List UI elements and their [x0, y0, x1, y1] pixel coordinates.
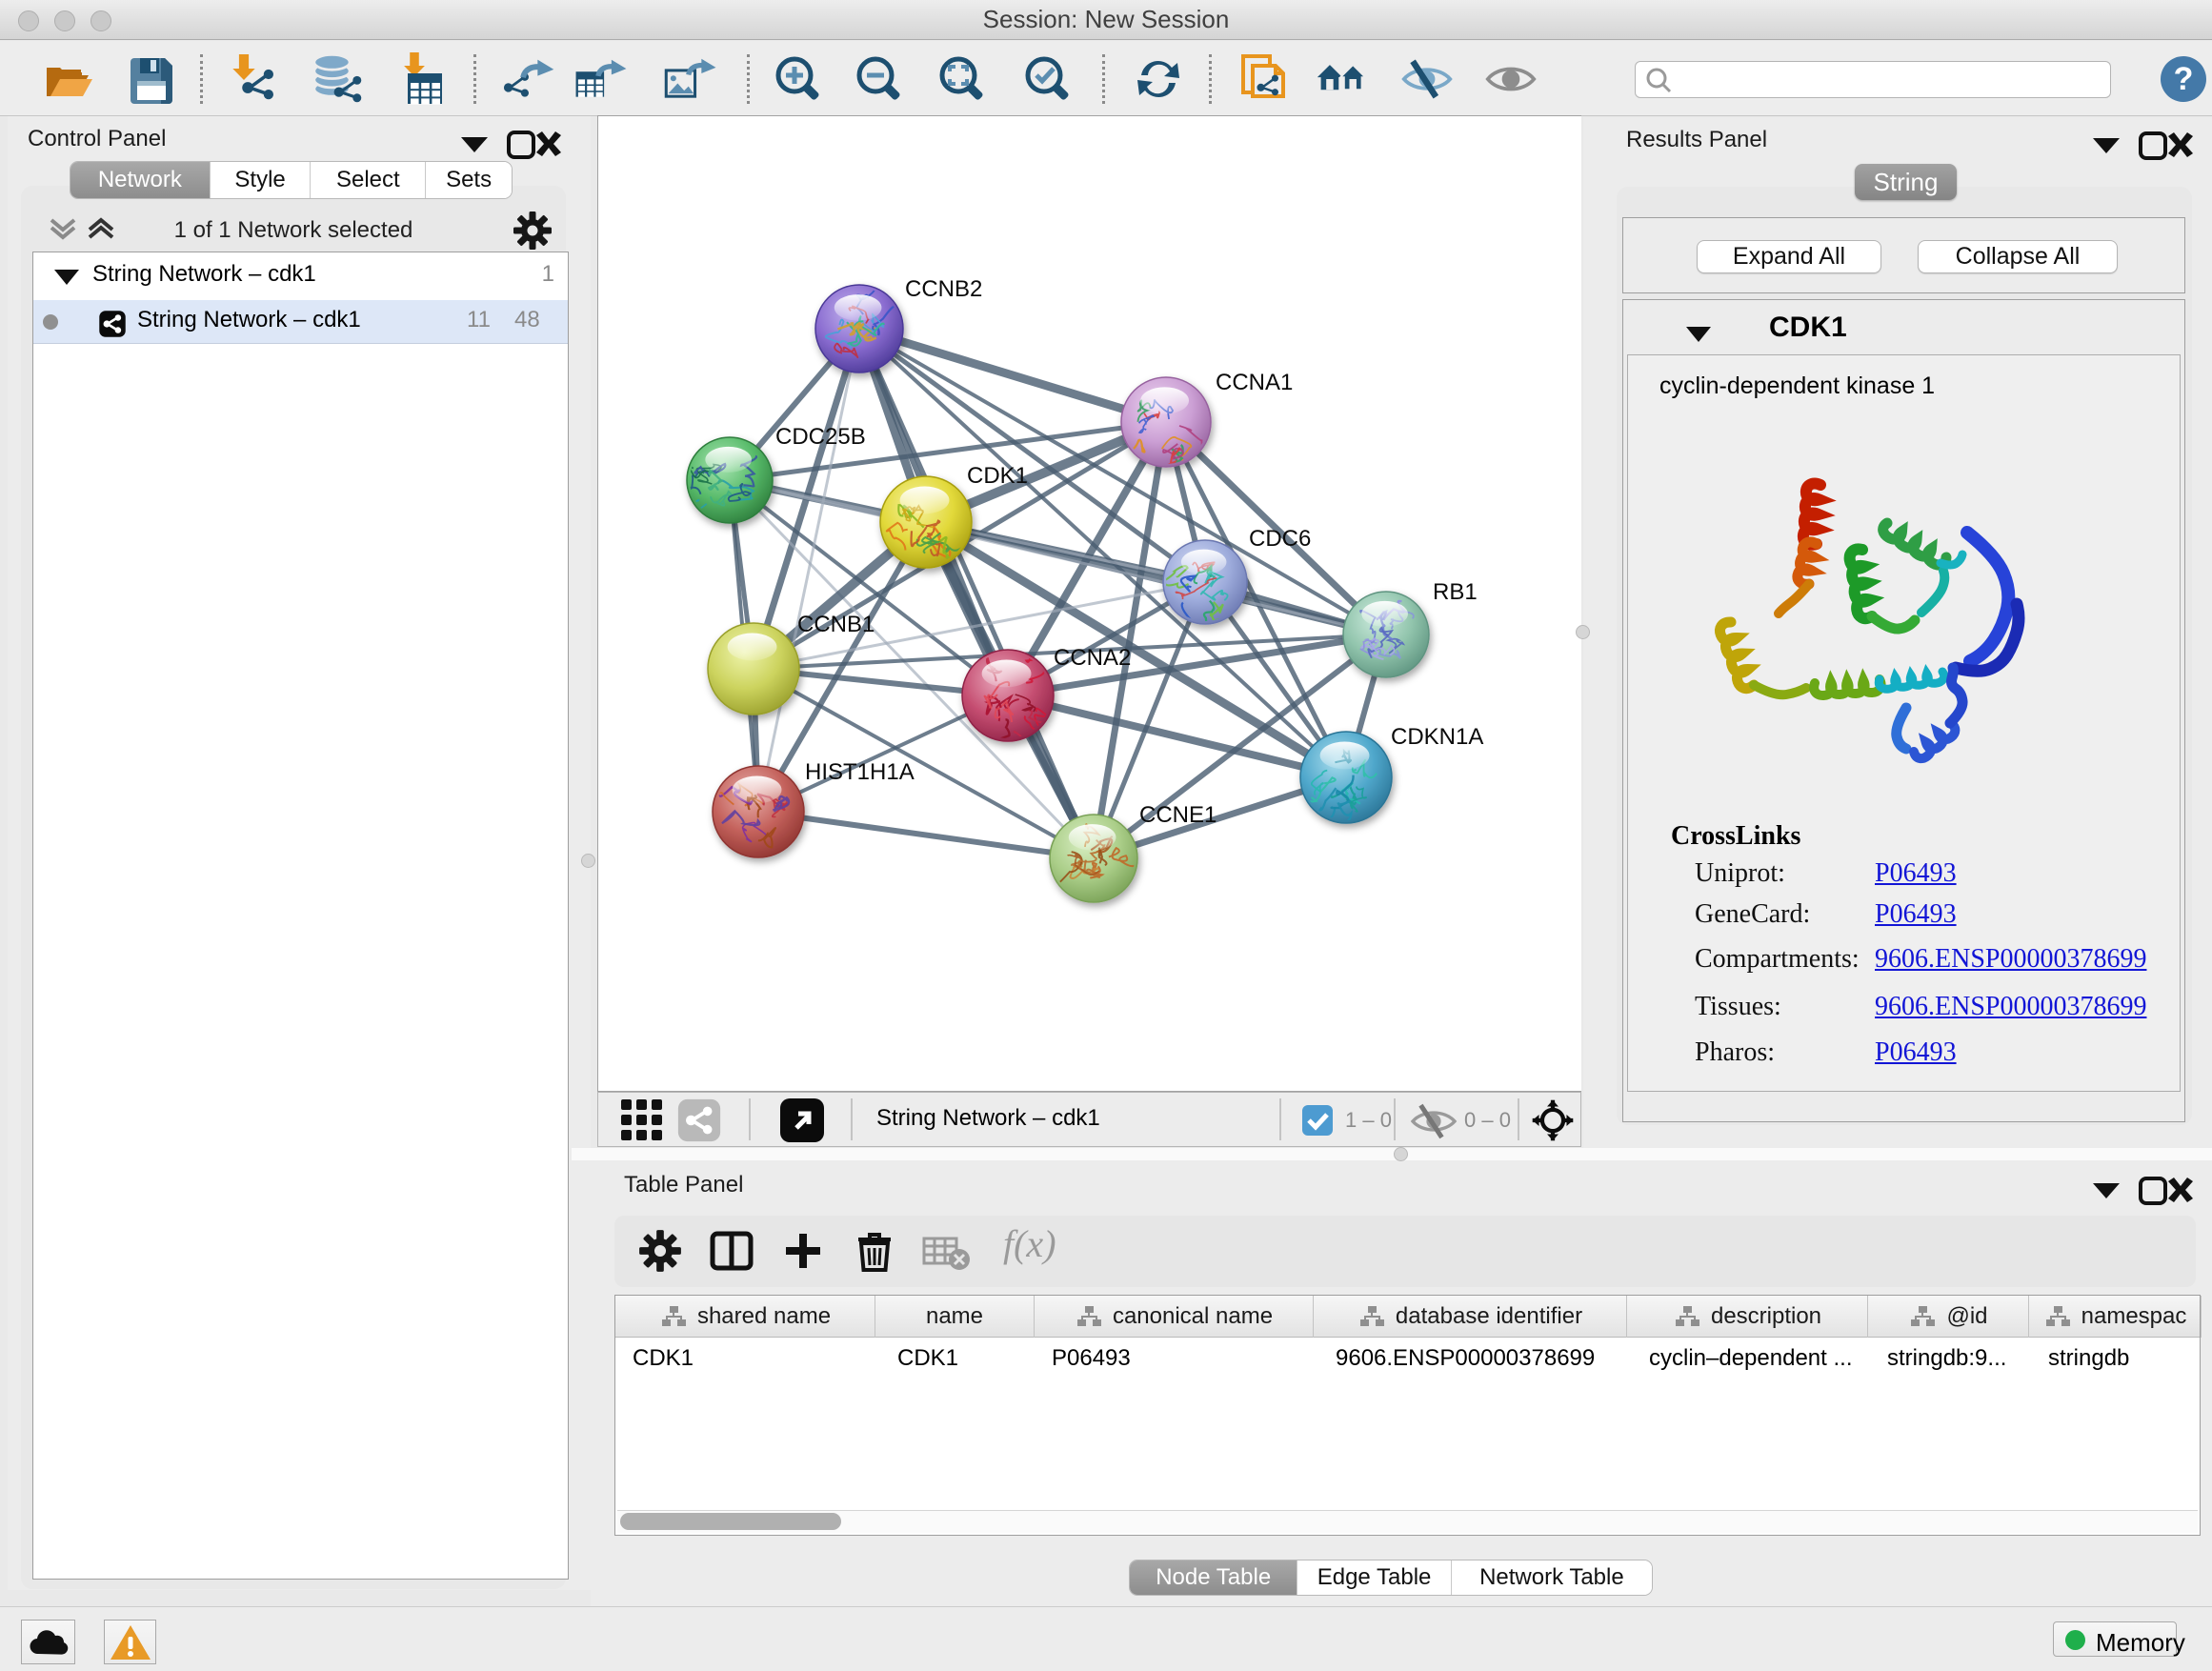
svg-text:CDC6: CDC6	[1249, 526, 1311, 552]
svg-text:RB1: RB1	[1433, 579, 1478, 605]
svg-text:HIST1H1A: HIST1H1A	[805, 759, 915, 785]
svg-text:CCNA1: CCNA1	[1216, 370, 1293, 395]
svg-text:CCNE1: CCNE1	[1139, 802, 1217, 828]
svg-text:CDKN1A: CDKN1A	[1391, 724, 1483, 750]
svg-text:CDC25B: CDC25B	[775, 424, 866, 450]
svg-text:CCNB1: CCNB1	[797, 612, 875, 637]
svg-text:CCNA2: CCNA2	[1054, 645, 1131, 671]
svg-text:CCNB2: CCNB2	[905, 276, 982, 302]
svg-text:?: ?	[2174, 61, 2194, 97]
svg-text:CDK1: CDK1	[967, 463, 1028, 489]
